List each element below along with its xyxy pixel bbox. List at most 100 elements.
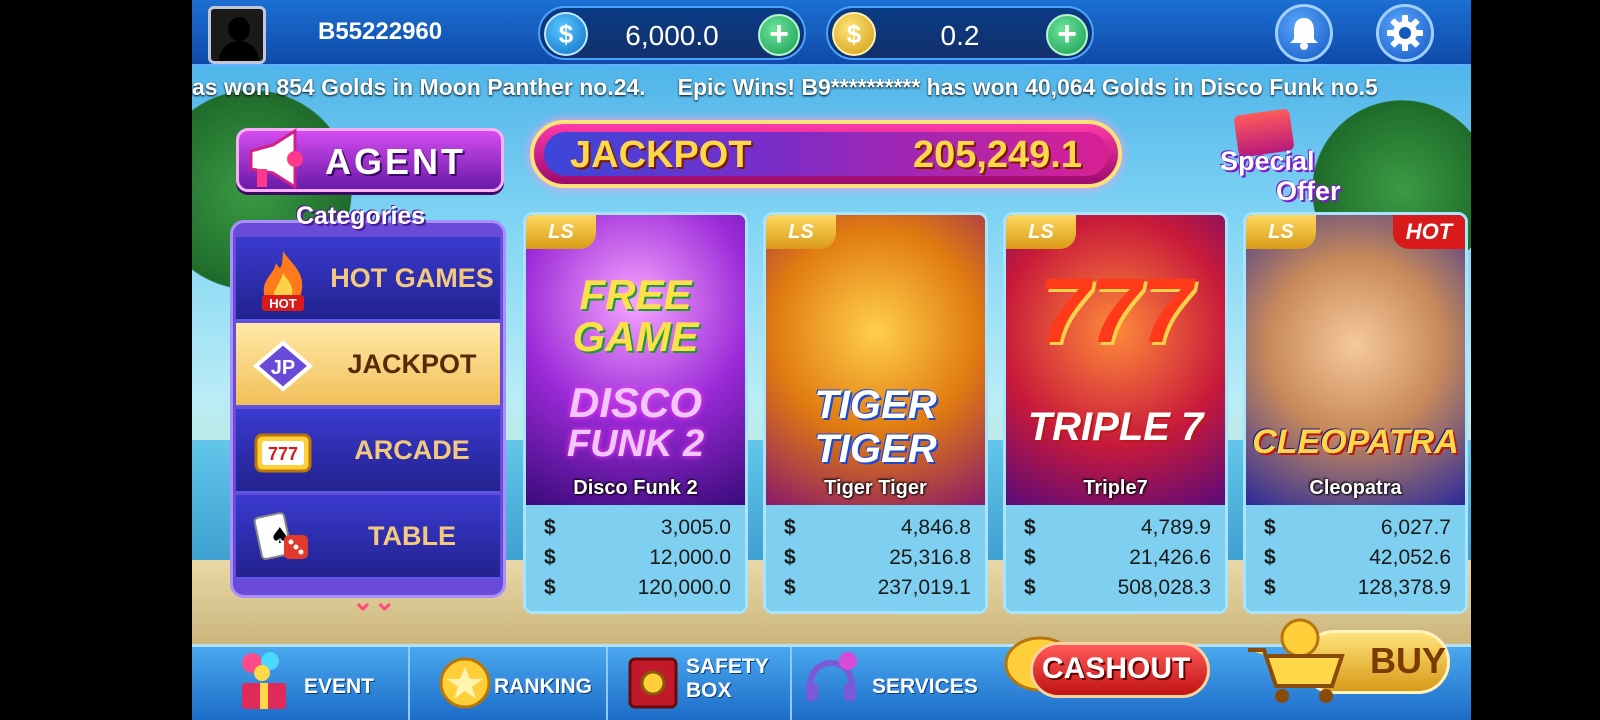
pot-row: $6,027.7 bbox=[1264, 516, 1451, 539]
username: B55222960 bbox=[318, 18, 443, 45]
jackpot-pots: $6,027.7 $42,052.6 $128,378.9 bbox=[1246, 505, 1465, 611]
top-bar: B55222960 $ 6,000.0 + $ 0.2 + bbox=[192, 0, 1471, 66]
gear-icon bbox=[1387, 15, 1423, 51]
event-button[interactable]: EVENT bbox=[236, 651, 386, 717]
pot-value: 120,000.0 bbox=[637, 576, 731, 599]
category-table-label: TABLE bbox=[368, 521, 456, 551]
jackpot-banner: JACKPOT 205,249.1 bbox=[530, 120, 1122, 188]
categories-more-chevron-icon[interactable]: ⌄⌄ bbox=[352, 586, 396, 617]
pot-row: $120,000.0 bbox=[544, 576, 731, 599]
ranking-label: RANKING bbox=[494, 675, 592, 698]
category-arcade-label: ARCADE bbox=[354, 435, 470, 465]
game-art-line1: FREE bbox=[579, 271, 692, 318]
special-offer-line1: Special bbox=[1220, 146, 1315, 176]
category-table[interactable]: ♠ TABLE bbox=[236, 495, 500, 579]
game-art-line1: CLEOPATRA bbox=[1252, 423, 1459, 461]
pot-value: 4,846.8 bbox=[900, 516, 971, 539]
svg-text:777: 777 bbox=[268, 444, 298, 464]
pot-value: 3,005.0 bbox=[660, 516, 731, 539]
safety-box-button[interactable]: SAFETY BOX bbox=[624, 651, 774, 717]
game-art-line2: TIGER bbox=[814, 427, 937, 471]
pot-row: $237,019.1 bbox=[784, 576, 971, 599]
pot-value: 42,052.6 bbox=[1369, 546, 1451, 569]
services-button[interactable]: SERVICES bbox=[802, 651, 982, 717]
add-primary-balance-button[interactable]: + bbox=[758, 14, 800, 56]
game-card-cleopatra[interactable]: CLEOPATRA LS HOT Cleopatra $6,027.7 $42,… bbox=[1243, 212, 1468, 614]
special-offer-button[interactable]: Special Offer bbox=[1202, 108, 1352, 212]
bell-icon bbox=[1290, 18, 1318, 50]
jackpot-pots: $4,846.8 $25,316.8 $237,019.1 bbox=[766, 505, 985, 611]
pot-value: 12,000.0 bbox=[649, 546, 731, 569]
pot-row: $42,052.6 bbox=[1264, 546, 1451, 569]
game-art-line1: 777 bbox=[1038, 260, 1193, 362]
secondary-balance: $ 0.2 + bbox=[826, 6, 1094, 60]
ranking-medal-icon bbox=[439, 657, 491, 709]
provider-badge: LS bbox=[526, 215, 596, 249]
avatar[interactable] bbox=[208, 6, 266, 64]
pot-value: 21,426.6 bbox=[1129, 546, 1211, 569]
categories-panel: HOT HOT GAMES JP JACKPOT 777 ARCADE ♠ TA… bbox=[230, 220, 506, 598]
pot-value: 4,789.9 bbox=[1140, 516, 1211, 539]
jp-diamond-icon: JP bbox=[252, 340, 314, 392]
hot-badge-text: HOT bbox=[269, 296, 297, 311]
secondary-balance-value: 0.2 bbox=[940, 20, 980, 51]
add-secondary-balance-button[interactable]: + bbox=[1046, 14, 1088, 56]
pot-row: $12,000.0 bbox=[544, 546, 731, 569]
safety-box-label-2: BOX bbox=[686, 679, 732, 702]
divider bbox=[408, 647, 410, 720]
ranking-button[interactable]: RANKING bbox=[436, 651, 592, 717]
game-name: Disco Funk 2 bbox=[573, 477, 698, 499]
pot-value: 508,028.3 bbox=[1117, 576, 1211, 599]
gift-balloons-icon bbox=[242, 652, 286, 709]
game-card-tiger-tiger[interactable]: TIGER TIGER LS Tiger Tiger $4,846.8 $25,… bbox=[763, 212, 988, 614]
categories-title: Categories bbox=[296, 202, 426, 230]
notifications-button[interactable] bbox=[1275, 4, 1333, 62]
divider bbox=[606, 647, 608, 720]
game-card-triple7[interactable]: 777 TRIPLE 7 LS Triple7 $4,789.9 $21,426… bbox=[1003, 212, 1228, 614]
pot-row: $3,005.0 bbox=[544, 516, 731, 539]
category-hot-games[interactable]: HOT HOT GAMES bbox=[236, 237, 500, 321]
safe-icon bbox=[628, 657, 678, 709]
provider-badge: LS bbox=[1246, 215, 1316, 249]
game-art-line4: FUNK 2 bbox=[566, 423, 705, 465]
safety-box-label-1: SAFETY bbox=[686, 655, 769, 678]
category-arcade[interactable]: 777 ARCADE bbox=[236, 409, 500, 493]
services-label: SERVICES bbox=[872, 675, 978, 698]
game-art-line2: TRIPLE 7 bbox=[1027, 405, 1204, 449]
game-name: Triple7 bbox=[1083, 477, 1148, 499]
event-label: EVENT bbox=[304, 675, 375, 698]
pot-value: 6,027.7 bbox=[1380, 516, 1451, 539]
category-jackpot[interactable]: JP JACKPOT bbox=[236, 323, 500, 407]
jackpot-value: 205,249.1 bbox=[912, 134, 1082, 176]
avatar-head-icon bbox=[228, 17, 250, 41]
game-card-disco-funk-2[interactable]: FREE GAME DISCO FUNK 2 LS Disco Funk 2 $… bbox=[523, 212, 748, 614]
provider-badge: LS bbox=[1006, 215, 1076, 249]
settings-button[interactable] bbox=[1376, 4, 1434, 62]
category-hot-games-label: HOT GAMES bbox=[330, 263, 494, 293]
game-name: Tiger Tiger bbox=[824, 477, 927, 499]
blue-coin-icon: $ bbox=[544, 12, 588, 56]
primary-balance: $ 6,000.0 + bbox=[538, 6, 806, 60]
provider-badge: LS bbox=[766, 215, 836, 249]
game-name: Cleopatra bbox=[1309, 477, 1402, 499]
slot-machine-icon: 777 bbox=[254, 433, 312, 473]
category-jackpot-label: JACKPOT bbox=[347, 349, 477, 379]
agent-button[interactable]: AGENT bbox=[236, 128, 504, 192]
headset-chat-icon bbox=[806, 652, 857, 701]
buy-label: BUY bbox=[1370, 640, 1447, 681]
jackpot-pots: $4,789.9 $21,426.6 $508,028.3 bbox=[1006, 505, 1225, 611]
divider bbox=[790, 647, 792, 720]
pot-row: $4,846.8 bbox=[784, 516, 971, 539]
svg-text:JP: JP bbox=[271, 357, 295, 379]
buy-button[interactable]: BUY bbox=[1242, 616, 1460, 708]
game-art-line1: TIGER bbox=[814, 383, 937, 427]
win-ticker: as won 854 Golds in Moon Panther no.24. … bbox=[192, 70, 1471, 106]
primary-balance-value: 6,000.0 bbox=[625, 20, 719, 51]
fire-icon: HOT bbox=[262, 251, 304, 311]
pot-value: 237,019.1 bbox=[877, 576, 971, 599]
cashout-button[interactable]: $ CASHOUT bbox=[1000, 622, 1212, 706]
ticker-text: as won 854 Golds in Moon Panther no.24. … bbox=[192, 74, 1378, 100]
jackpot-pots: $3,005.0 $12,000.0 $120,000.0 bbox=[526, 505, 745, 611]
megaphone-icon bbox=[249, 128, 303, 190]
special-offer-line2: Offer bbox=[1276, 176, 1341, 206]
